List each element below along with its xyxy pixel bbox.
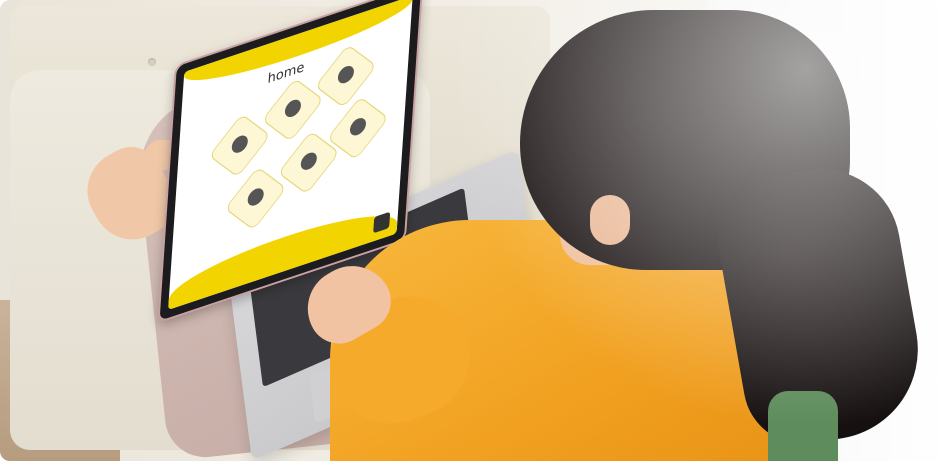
light-highlight — [0, 0, 948, 461]
photo: home — [0, 0, 948, 461]
